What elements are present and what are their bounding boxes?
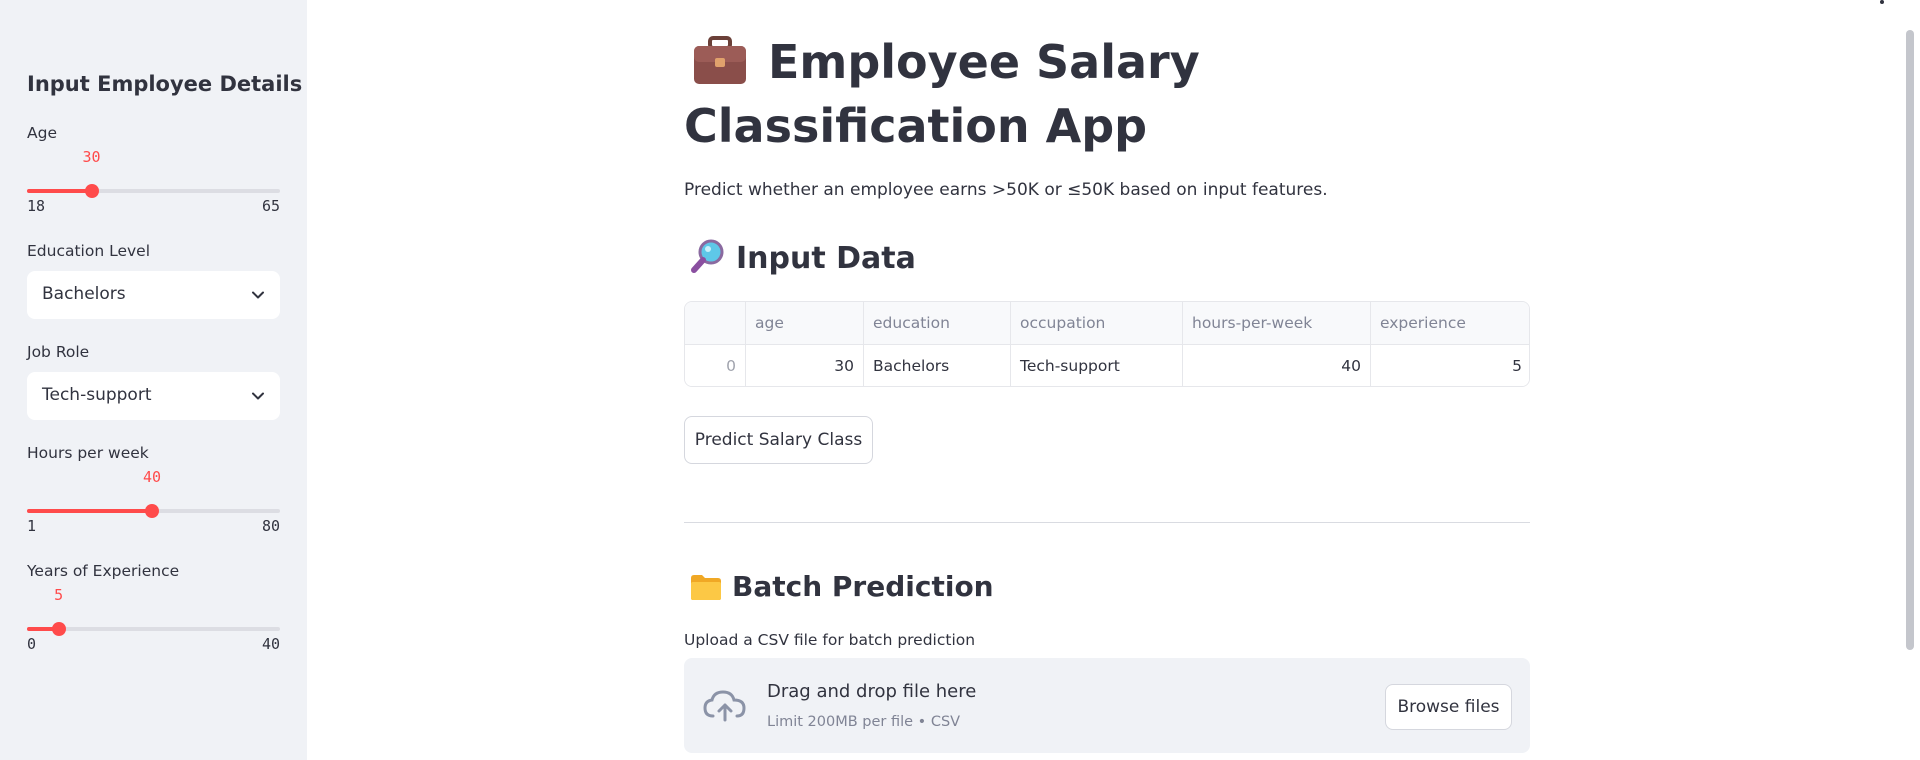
predict-salary-button[interactable]: Predict Salary Class	[684, 416, 873, 464]
experience-label: Years of Experience	[27, 562, 180, 580]
table-cell-experience[interactable]: 5	[1371, 345, 1529, 386]
sidebar-title: Input Employee Details	[27, 72, 303, 96]
table-cell-age[interactable]: 30	[746, 345, 864, 386]
table-header-hours-per-week[interactable]: hours-per-week	[1183, 302, 1371, 345]
table-cell-occupation[interactable]: Tech-support	[1011, 345, 1183, 386]
job-role-label: Job Role	[27, 343, 90, 361]
table-cell-index: 0	[685, 345, 746, 386]
page-description: Predict whether an employee earns >50K o…	[684, 180, 1328, 200]
upload-label: Upload a CSV file for batch prediction	[684, 631, 976, 649]
dropzone-title: Drag and drop file here	[767, 681, 977, 702]
page-scrollbar[interactable]	[1906, 30, 1914, 650]
table-row: 0 30 Bachelors Tech-support 40 5	[685, 345, 1529, 386]
folder-icon	[691, 575, 721, 600]
experience-slider-min: 0	[27, 635, 37, 653]
table-cell-hours-per-week[interactable]: 40	[1183, 345, 1371, 386]
cloud-upload-icon	[703, 690, 746, 722]
dropzone-subtitle: Limit 200MB per file • CSV	[767, 714, 961, 730]
input-data-heading: Input Data	[690, 238, 916, 276]
input-data-heading-text: Input Data	[736, 241, 916, 276]
hours-slider-max: 80	[261, 517, 280, 535]
experience-slider-max: 40	[261, 635, 280, 653]
age-slider-max: 65	[261, 197, 280, 215]
batch-prediction-heading-text: Batch Prediction	[732, 570, 994, 603]
sidebar: Input Employee Details Age 30 18 65 Educ…	[0, 0, 307, 760]
table-header-age[interactable]: age	[746, 302, 864, 345]
table-header-row: age education occupation hours-per-week …	[685, 302, 1529, 345]
browse-files-button[interactable]: Browse files	[1385, 684, 1512, 730]
hours-slider-fill	[27, 509, 152, 513]
age-slider-thumb[interactable]	[84, 184, 99, 198]
age-slider-value: 30	[82, 148, 101, 166]
magnifier-icon	[691, 239, 724, 273]
file-dropzone[interactable]: Drag and drop file here Limit 200MB per …	[684, 658, 1530, 753]
experience-slider[interactable]: 5 0 40	[27, 586, 280, 653]
age-slider-min: 18	[27, 197, 46, 215]
education-label: Education Level	[27, 242, 151, 260]
table-header-index	[685, 302, 746, 345]
page-title-row: Employee Salary Classification App	[684, 30, 1530, 158]
batch-prediction-heading: Batch Prediction	[690, 570, 994, 603]
page-title: Employee Salary Classification App	[684, 30, 1530, 158]
chevron-down-icon	[252, 291, 264, 299]
hours-slider-min: 1	[27, 517, 37, 535]
age-label: Age	[27, 124, 57, 142]
education-select-value: Bachelors	[42, 284, 126, 304]
table-cell-education[interactable]: Bachelors	[864, 345, 1011, 386]
hours-slider-value: 40	[142, 468, 161, 486]
experience-slider-value: 5	[54, 586, 64, 604]
input-data-table: age education occupation hours-per-week …	[684, 301, 1530, 387]
section-divider	[684, 522, 1530, 523]
education-select[interactable]: Bachelors	[27, 271, 280, 319]
table-header-experience[interactable]: experience	[1371, 302, 1529, 345]
table-header-education[interactable]: education	[864, 302, 1011, 345]
hours-label: Hours per week	[27, 444, 149, 462]
job-role-select[interactable]: Tech-support	[27, 372, 280, 420]
experience-slider-thumb[interactable]	[51, 622, 66, 636]
hours-slider[interactable]: 40 1 80	[27, 468, 280, 535]
job-role-select-value: Tech-support	[42, 385, 152, 405]
chevron-down-icon	[252, 392, 264, 400]
page-title-text: Employee Salary Classification App	[684, 35, 1200, 153]
briefcase-icon	[694, 36, 746, 84]
age-slider-fill	[27, 189, 92, 193]
main-menu-icon[interactable]	[1880, 0, 1884, 4]
hours-slider-thumb[interactable]	[144, 504, 159, 518]
age-slider[interactable]: 30 18 65	[27, 148, 280, 215]
main-content: Employee Salary Classification App Predi…	[684, 0, 1530, 760]
table-header-occupation[interactable]: occupation	[1011, 302, 1183, 345]
